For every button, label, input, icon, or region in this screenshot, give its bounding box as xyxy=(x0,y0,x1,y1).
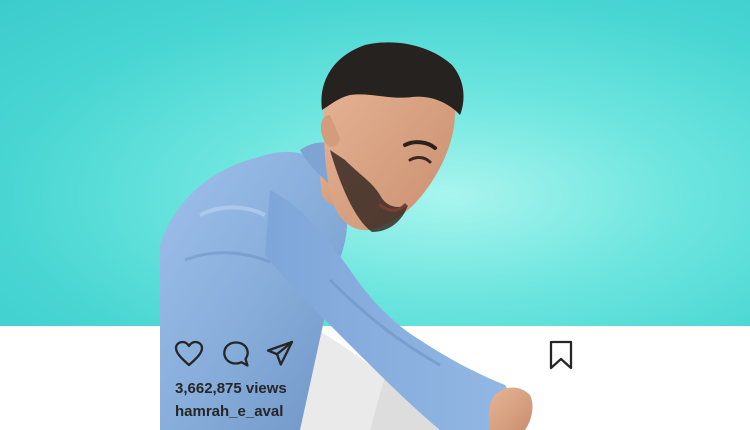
instagram-post-image: 3,662,875 views hamrah_e_aval xyxy=(0,0,750,430)
heart-icon[interactable] xyxy=(174,340,204,368)
share-icon[interactable] xyxy=(266,340,294,368)
post-action-area: 3,662,875 views hamrah_e_aval xyxy=(160,326,590,430)
comment-icon[interactable] xyxy=(222,340,250,368)
bookmark-icon[interactable] xyxy=(548,340,574,370)
views-count: 3,662,875 views xyxy=(175,380,287,397)
account-username[interactable]: hamrah_e_aval xyxy=(175,403,283,420)
